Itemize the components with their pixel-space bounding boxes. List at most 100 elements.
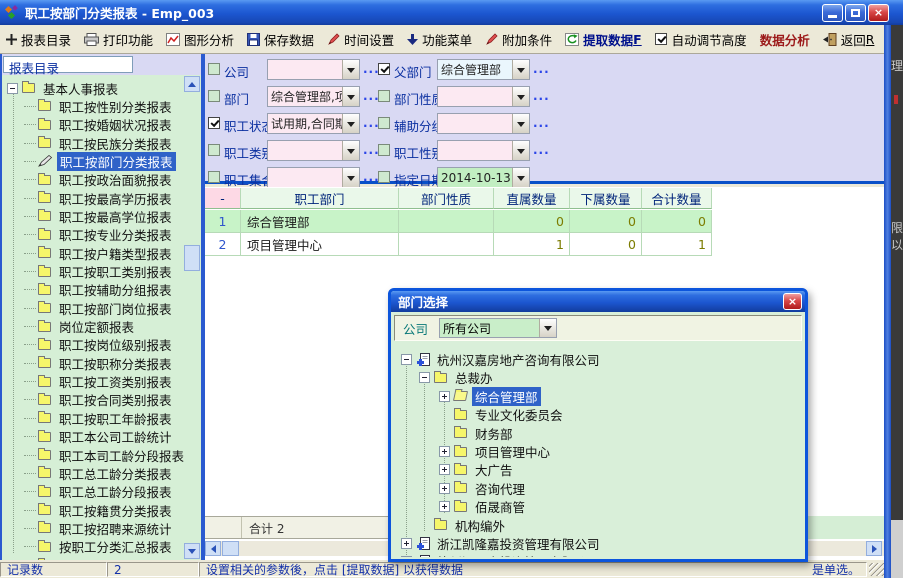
expand-plus-icon[interactable] — [439, 446, 450, 457]
emp-category-checkbox[interactable] — [208, 144, 220, 156]
sidebar-item[interactable]: 职工按职工类别报表 — [24, 263, 175, 281]
department-tree-item[interactable]: 总裁办 — [419, 369, 496, 386]
sidebar-item[interactable]: 职工按最高学位报表 — [24, 207, 175, 225]
parent-dept-checkbox[interactable] — [378, 63, 390, 75]
department-tree-item[interactable]: 专业文化委员会 — [439, 406, 566, 423]
sidebar-item[interactable]: 职工按婚姻状况报表 — [24, 116, 175, 134]
toolbar-return[interactable]: 返回R — [823, 30, 875, 49]
sidebar-item[interactable]: 职工按政治面貌报表 — [24, 171, 175, 189]
close-button[interactable]: × — [868, 4, 889, 22]
sidebar-item[interactable]: 职工按部门岗位报表 — [24, 299, 175, 317]
emp-status-checkbox[interactable] — [208, 117, 220, 129]
sidebar-item[interactable]: 职工按最高学历报表 — [24, 189, 175, 207]
department-tree-item[interactable]: 浙江凯隆嘉投资管理有限公司 — [401, 535, 603, 552]
toolbar-extract-data[interactable]: 提取数据F — [565, 30, 642, 49]
sidebar-scroll-up[interactable] — [184, 76, 200, 92]
expand-plus-icon[interactable] — [439, 464, 450, 475]
sidebar-item[interactable]: 职工总工龄分段报表 — [24, 483, 175, 501]
expand-plus-icon[interactable] — [439, 501, 450, 512]
specified-date-checkbox[interactable] — [378, 171, 390, 183]
table-cell[interactable]: 0 — [570, 233, 642, 256]
sidebar-item[interactable]: 职工本公司工龄统计 — [24, 428, 175, 446]
dropdown-arrow-icon[interactable] — [342, 60, 359, 79]
department-tree-item[interactable]: 大广告 — [439, 461, 516, 478]
dropdown-arrow-icon[interactable] — [342, 141, 359, 160]
department-tree-item[interactable]: 杭州汉盈嘉投资管理有限公司 — [401, 553, 603, 557]
expand-plus-icon[interactable] — [401, 556, 412, 557]
emp-status-dropdown[interactable]: 试用期,合同期 — [267, 113, 360, 134]
sidebar-item[interactable]: 职工按民族分类报表 — [24, 134, 175, 152]
table-cell[interactable]: 2 — [205, 233, 241, 256]
table-cell[interactable]: 项目管理中心 — [241, 233, 399, 256]
sidebar-item[interactable]: 职工按岗位级别报表 — [24, 336, 175, 354]
toolbar-extra-condition[interactable]: 附加条件 — [485, 30, 552, 49]
sidebar-item[interactable]: 职工按辅助分组报表 — [24, 281, 175, 299]
dept-nature-dropdown[interactable] — [437, 86, 530, 107]
sidebar-item[interactable]: 职工本司工龄分段报表 — [24, 446, 187, 464]
expand-plus-icon[interactable] — [439, 483, 450, 494]
parent-dept-dropdown[interactable]: 综合管理部 — [437, 59, 530, 80]
department-tree-item[interactable]: 杭州汉嘉房地产咨询有限公司 — [401, 351, 603, 368]
resize-grip[interactable] — [869, 563, 884, 576]
emp-gender-browse-button[interactable]: ... — [533, 143, 550, 157]
emp-set-dropdown[interactable] — [267, 167, 360, 188]
company-dropdown[interactable]: 所有公司 — [439, 318, 557, 338]
table-cell[interactable]: 0 — [494, 210, 570, 233]
expand-plus-icon[interactable] — [401, 538, 412, 549]
dept-nature-checkbox[interactable] — [378, 90, 390, 102]
dropdown-arrow-icon[interactable] — [512, 87, 529, 106]
toolbar-graph-analysis[interactable]: 图形分析 — [166, 30, 234, 49]
department-checkbox[interactable] — [208, 90, 220, 102]
minimize-button[interactable] — [822, 4, 843, 22]
parent-dept-browse-button[interactable]: ... — [533, 62, 550, 76]
sidebar-item[interactable]: 职工按性别分类报表 — [24, 97, 175, 115]
dropdown-arrow-icon[interactable] — [342, 87, 359, 106]
company-checkbox[interactable] — [208, 63, 220, 75]
sidebar-item[interactable]: 职工按招聘来源统计 — [24, 519, 175, 537]
department-dropdown[interactable]: 综合管理部,项目管 — [267, 86, 360, 107]
toolbar-data-analysis[interactable]: 数据分析 — [760, 30, 810, 49]
sidebar-scroll-down[interactable] — [184, 543, 200, 559]
dropdown-arrow-icon[interactable] — [512, 168, 529, 187]
table-cell[interactable]: 0 — [570, 210, 642, 233]
expand-minus-icon[interactable] — [7, 83, 18, 94]
sidebar-scroll-thumb[interactable] — [184, 245, 200, 271]
table-cell[interactable] — [399, 233, 494, 256]
dropdown-arrow-icon[interactable] — [512, 141, 529, 160]
toolbar-print[interactable]: 打印功能 — [84, 30, 153, 49]
sidebar-item[interactable]: 基本人事报表 — [7, 79, 121, 97]
sidebar-item[interactable]: 按职工分类汇总报表 — [24, 538, 175, 556]
maximize-button[interactable] — [845, 4, 866, 22]
sidebar-item[interactable]: 职工总工龄分类报表 — [24, 464, 175, 482]
expand-minus-icon[interactable] — [419, 372, 430, 383]
sidebar-item[interactable]: 岗位定额报表 — [24, 318, 137, 336]
department-tree-item[interactable]: 项目管理中心 — [439, 443, 553, 460]
company-dropdown[interactable] — [267, 59, 360, 80]
table-cell[interactable]: 1 — [494, 233, 570, 256]
company-dropdown-arrow-icon[interactable] — [539, 319, 556, 337]
toolbar-function-menu[interactable]: 功能菜单 — [407, 30, 472, 49]
sidebar-item[interactable]: 职工按部门分类报表 — [24, 152, 176, 170]
specified-date-dropdown[interactable]: 2014-10-13 — [437, 167, 530, 188]
aux-group-dropdown[interactable] — [437, 113, 530, 134]
auto-adjust-height-checkbox[interactable] — [655, 33, 667, 45]
department-tree-item[interactable]: 咨询代理 — [439, 480, 528, 497]
toolbar-save-data[interactable]: 保存数据 — [247, 30, 314, 49]
toolbar-time-setting[interactable]: 时间设置 — [327, 30, 394, 49]
expand-plus-icon[interactable] — [439, 391, 450, 402]
department-tree-item[interactable]: 综合管理部 — [439, 388, 541, 405]
sidebar-item[interactable]: 职工按籍贯分类报表 — [24, 501, 175, 519]
sidebar-item[interactable]: 职工按户籍类型报表 — [24, 244, 175, 262]
table-cell[interactable]: 1 — [642, 233, 712, 256]
table-cell[interactable]: 综合管理部 — [241, 210, 399, 233]
table-cell[interactable]: 1 — [205, 210, 241, 233]
emp-gender-dropdown[interactable] — [437, 140, 530, 161]
aux-group-browse-button[interactable]: ... — [533, 116, 550, 130]
hscroll-left-button[interactable] — [205, 541, 221, 556]
table-cell[interactable] — [399, 210, 494, 233]
sidebar-item[interactable]: 职工按职工年龄报表 — [24, 409, 175, 427]
sidebar-item[interactable]: 职工按合同类别报表 — [24, 391, 175, 409]
department-tree-item[interactable]: 佰晟商管 — [439, 498, 528, 515]
dropdown-arrow-icon[interactable] — [342, 114, 359, 133]
emp-category-dropdown[interactable] — [267, 140, 360, 161]
